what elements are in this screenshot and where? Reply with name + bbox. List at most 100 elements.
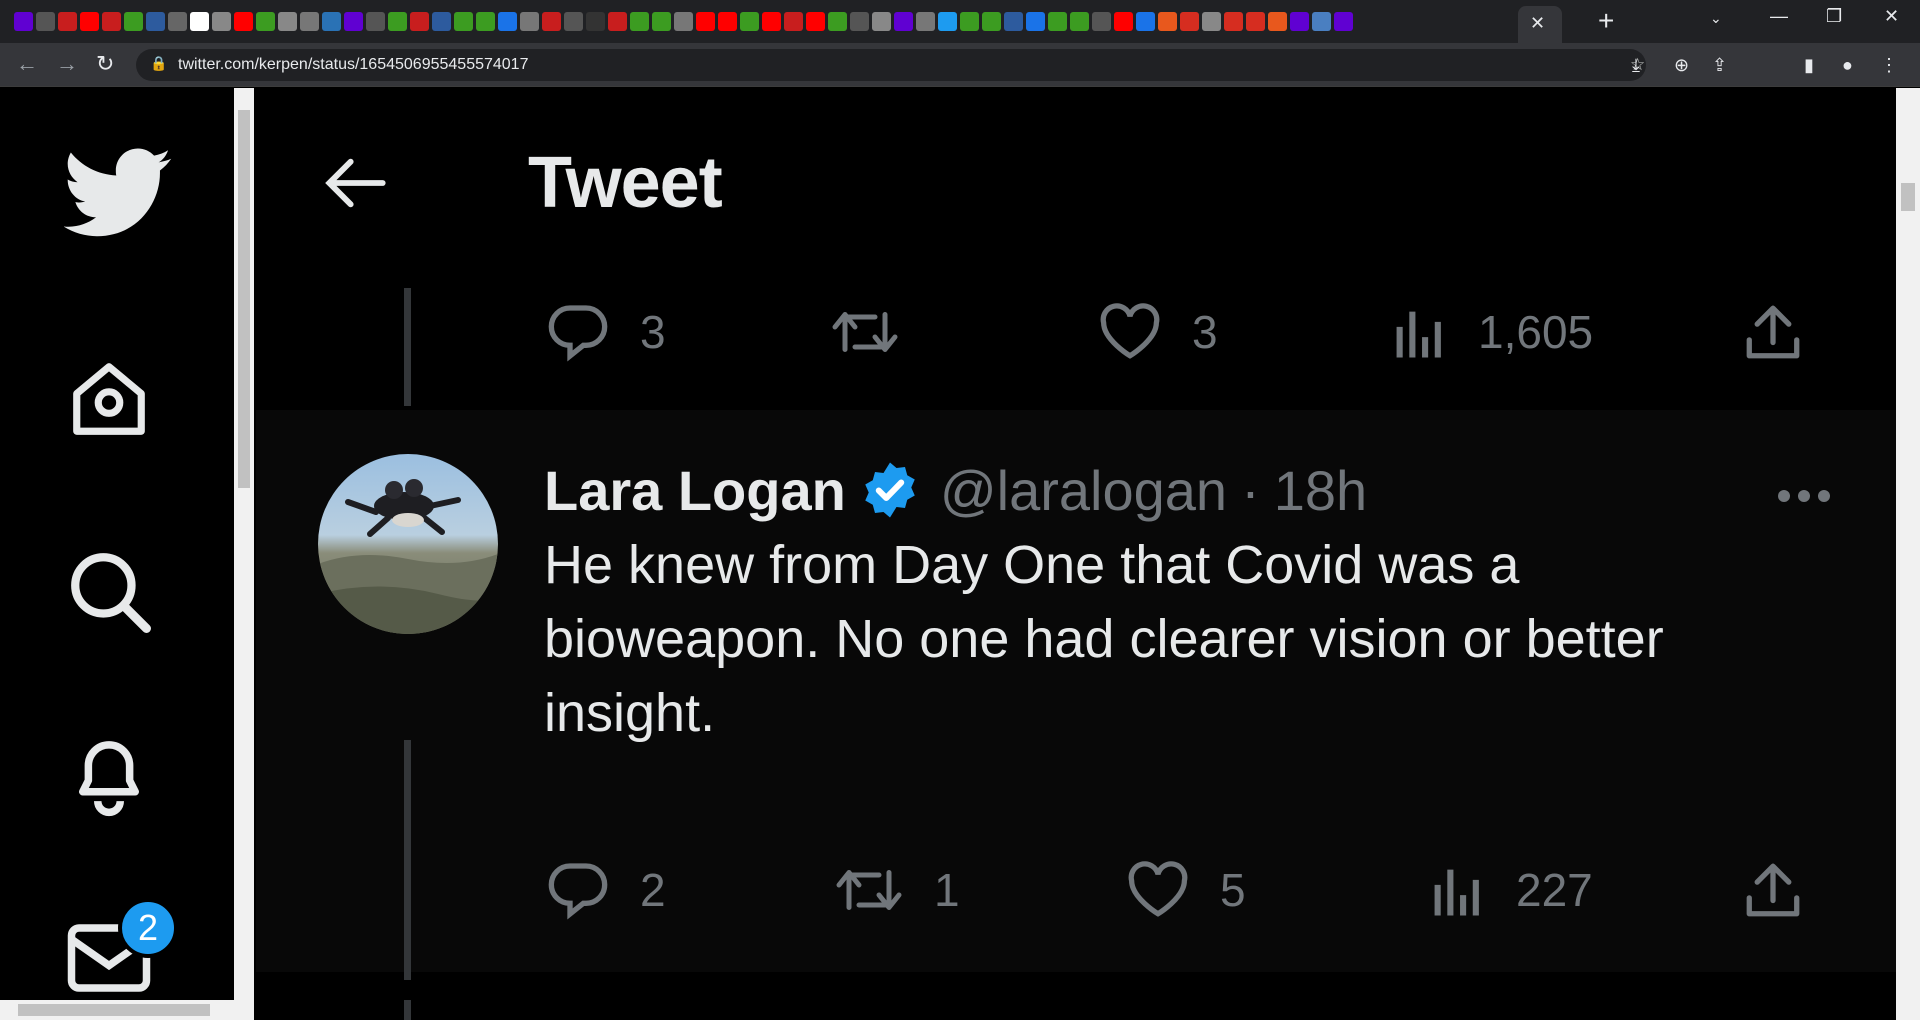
back-nav-icon[interactable]: ←: [16, 51, 38, 77]
tab-favicon-icon[interactable]: [1312, 11, 1331, 31]
tab-favicon-icon[interactable]: [674, 11, 693, 31]
tab-favicon-icon[interactable]: [1246, 11, 1265, 31]
tab-favicon-icon[interactable]: [498, 11, 517, 31]
tab-favicon-icon[interactable]: [212, 11, 231, 31]
retweet-button[interactable]: 1: [834, 850, 960, 930]
search-icon[interactable]: [64, 546, 154, 636]
tab-favicons[interactable]: [14, 10, 1353, 32]
author-name[interactable]: Lara Logan: [544, 458, 846, 523]
tab-favicon-icon[interactable]: [828, 11, 847, 31]
tab-favicon-icon[interactable]: [300, 11, 319, 31]
tab-favicon-icon[interactable]: [1136, 11, 1155, 31]
views-button[interactable]: 227: [1430, 850, 1593, 930]
address-url[interactable]: twitter.com/kerpen/status/16545069554555…: [178, 56, 528, 74]
tab-favicon-icon[interactable]: [740, 11, 759, 31]
address-bar[interactable]: 🔒 twitter.com/kerpen/status/165450695545…: [136, 49, 1646, 81]
profile-icon[interactable]: ●: [1842, 55, 1853, 76]
tab-favicon-icon[interactable]: [190, 11, 209, 31]
tab-favicon-icon[interactable]: [102, 11, 121, 31]
reload-icon[interactable]: ↻: [96, 51, 114, 77]
tab-favicon-icon[interactable]: [1158, 11, 1177, 31]
left-horizontal-scrollbar[interactable]: [0, 1000, 234, 1020]
home-icon[interactable]: [64, 356, 154, 442]
share-button[interactable]: [1744, 850, 1802, 930]
scrollbar-thumb[interactable]: [238, 110, 250, 488]
tab-favicon-icon[interactable]: [344, 11, 363, 31]
tab-favicon-icon[interactable]: [1224, 11, 1243, 31]
tab-favicon-icon[interactable]: [608, 11, 627, 31]
active-tab[interactable]: ✕: [1518, 6, 1562, 43]
tweet-timestamp[interactable]: 18h: [1274, 458, 1367, 523]
tab-favicon-icon[interactable]: [432, 11, 451, 31]
tab-favicon-icon[interactable]: [1114, 11, 1133, 31]
tab-favicon-icon[interactable]: [146, 11, 165, 31]
tab-favicon-icon[interactable]: [916, 11, 935, 31]
tab-favicon-icon[interactable]: [938, 11, 957, 31]
tab-favicon-icon[interactable]: [1048, 11, 1067, 31]
tab-favicon-icon[interactable]: [1290, 11, 1309, 31]
tab-favicon-icon[interactable]: [476, 11, 495, 31]
tab-favicon-icon[interactable]: [542, 11, 561, 31]
tab-favicon-icon[interactable]: [564, 11, 583, 31]
tab-favicon-icon[interactable]: [1334, 11, 1353, 31]
avatar[interactable]: [318, 454, 498, 634]
scrollbar-thumb[interactable]: [1901, 183, 1915, 211]
tab-favicon-icon[interactable]: [850, 11, 869, 31]
twitter-logo-icon[interactable]: [64, 148, 174, 238]
tab-favicon-icon[interactable]: [872, 11, 891, 31]
tab-favicon-icon[interactable]: [960, 11, 979, 31]
zoom-icon[interactable]: ⊕: [1674, 55, 1689, 76]
tab-favicon-icon[interactable]: [124, 11, 143, 31]
tab-favicon-icon[interactable]: [630, 11, 649, 31]
tab-favicon-icon[interactable]: [14, 11, 33, 31]
tab-favicon-icon[interactable]: [322, 11, 341, 31]
verified-badge-icon[interactable]: [860, 460, 920, 520]
author-handle[interactable]: @laralogan: [940, 458, 1227, 523]
tab-favicon-icon[interactable]: [718, 11, 737, 31]
tab-favicon-icon[interactable]: [806, 11, 825, 31]
tab-favicon-icon[interactable]: [784, 11, 803, 31]
tab-favicon-icon[interactable]: [1070, 11, 1089, 31]
share-button[interactable]: [1744, 292, 1802, 372]
tab-favicon-icon[interactable]: [586, 11, 605, 31]
reply-button[interactable]: 3: [546, 292, 666, 372]
more-options-icon[interactable]: [1776, 484, 1832, 508]
views-button[interactable]: 1,605: [1392, 292, 1593, 372]
tab-favicon-icon[interactable]: [36, 11, 55, 31]
share-page-icon[interactable]: ⇪: [1712, 55, 1727, 76]
tab-favicon-icon[interactable]: [278, 11, 297, 31]
tab-favicon-icon[interactable]: [1004, 11, 1023, 31]
retweet-button[interactable]: [830, 292, 930, 372]
tab-favicon-icon[interactable]: [652, 11, 671, 31]
scrollbar-thumb[interactable]: [18, 1004, 210, 1016]
tab-favicon-icon[interactable]: [80, 11, 99, 31]
tab-favicon-icon[interactable]: [366, 11, 385, 31]
restore-icon[interactable]: ❐: [1826, 6, 1842, 27]
tab-favicon-icon[interactable]: [1202, 11, 1221, 31]
minimize-icon[interactable]: —: [1770, 6, 1788, 27]
tab-favicon-icon[interactable]: [388, 11, 407, 31]
side-panel-icon[interactable]: ▮: [1804, 55, 1814, 76]
new-tab-button[interactable]: +: [1598, 7, 1614, 35]
lock-icon[interactable]: 🔒: [150, 55, 167, 72]
like-button[interactable]: 3: [1098, 292, 1218, 372]
tab-favicon-icon[interactable]: [982, 11, 1001, 31]
browser-menu-icon[interactable]: ⋮: [1880, 55, 1898, 76]
tab-favicon-icon[interactable]: [1268, 11, 1287, 31]
tab-search-chevron-icon[interactable]: ⌄: [1710, 10, 1722, 27]
right-vertical-scrollbar[interactable]: [1896, 88, 1920, 1020]
tab-favicon-icon[interactable]: [454, 11, 473, 31]
tab-favicon-icon[interactable]: [410, 11, 429, 31]
back-arrow-icon[interactable]: [324, 156, 388, 210]
notifications-bell-icon[interactable]: [64, 728, 154, 818]
tab-favicon-icon[interactable]: [762, 11, 781, 31]
tab-favicon-icon[interactable]: [58, 11, 77, 31]
tab-favicon-icon[interactable]: [894, 11, 913, 31]
tab-favicon-icon[interactable]: [1180, 11, 1199, 31]
tab-favicon-icon[interactable]: [168, 11, 187, 31]
reply-button[interactable]: 2: [546, 850, 666, 930]
close-tab-icon[interactable]: ✕: [1530, 13, 1545, 33]
tab-favicon-icon[interactable]: [256, 11, 275, 31]
like-button[interactable]: 5: [1126, 850, 1246, 930]
tab-favicon-icon[interactable]: [1026, 11, 1045, 31]
